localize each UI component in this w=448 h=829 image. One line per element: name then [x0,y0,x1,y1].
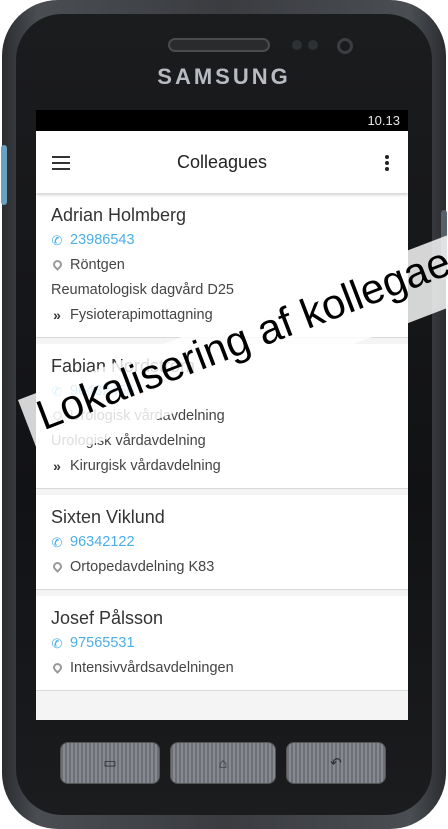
colleague-card[interactable]: Sixten Viklund ✆ 96342122 Ortopedavdelni… [36,495,408,590]
colleague-name: Adrian Holmberg [51,205,187,225]
earpiece-speaker [168,38,270,52]
location-pin-icon [50,661,64,674]
phone-icon: ✆ [51,636,63,651]
colleague-name: Josef Pålsson [51,608,164,628]
status-bar: 10.13 [36,110,408,131]
back-icon: ↶ [330,754,342,771]
colleague-next-location: » Kirurgisk vårdavdelning [51,454,394,479]
colleague-name: Sixten Viklund [51,507,165,527]
colleague-location: Intensivvårdsavdelningen [50,656,394,681]
location-pin-icon [50,560,64,573]
light-sensor [337,38,353,54]
back-key[interactable]: ↶ [286,742,386,784]
home-key[interactable]: ⌂ [170,742,276,784]
next-location-label: Kirurgisk vårdavdelning [70,458,221,474]
location-label: Ortopedavdelning K83 [70,559,215,575]
volume-button [1,145,7,205]
overflow-menu-icon[interactable] [384,155,390,173]
brand-logo: SAMSUNG [157,64,291,89]
phone-number[interactable]: 23986543 [70,228,135,253]
location-label: Intensivvårdsavdelningen [70,660,234,676]
phone-number[interactable]: 96342122 [70,530,135,555]
colleague-card[interactable]: Josef Pålsson ✆ 97565531 Intensivvårdsav… [36,596,408,691]
home-icon: ⌂ [218,755,228,771]
phone-icon: ✆ [51,535,63,550]
proximity-sensor [308,40,318,50]
colleague-phone[interactable]: ✆ 23986543 [51,228,394,253]
colleague-phone[interactable]: ✆ 96342122 [51,530,394,555]
front-camera [292,40,302,50]
status-time: 10.13 [367,113,400,128]
recent-apps-key[interactable]: ▭ [60,742,160,784]
page-title: Colleagues [176,152,268,172]
double-chevron-right-icon: » [53,307,61,323]
hardware-keys: ▭ ⌂ ↶ [60,742,386,784]
colleague-phone[interactable]: ✆ 97565531 [51,631,394,656]
location-pin-icon [50,258,64,271]
colleague-location: Ortopedavdelning K83 [50,555,394,580]
app-toolbar: Colleagues [36,131,408,193]
recent-apps-icon: ▭ [103,754,117,771]
next-location-label: Fysioterapimottagning [70,307,213,323]
phone-number[interactable]: 97565531 [70,631,135,656]
phone-icon: ✆ [51,233,63,248]
location-label: Röntgen [70,257,125,273]
